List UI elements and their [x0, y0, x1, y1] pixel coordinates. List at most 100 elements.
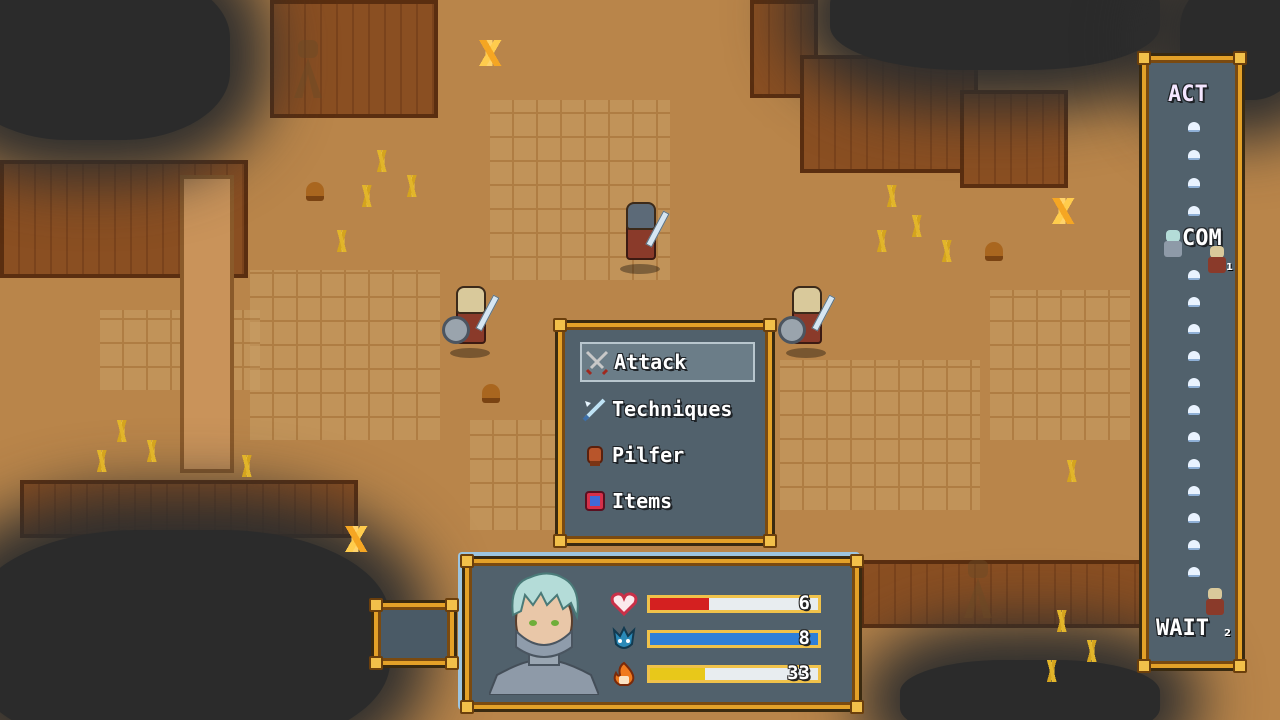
cliff-wall — [860, 560, 1148, 628]
grass-tuft — [1040, 660, 1066, 682]
grass-tuft — [355, 185, 381, 207]
grass-tuft — [330, 230, 356, 252]
grass-tuft — [880, 185, 906, 207]
enemy-skeleton-left[interactable] — [442, 284, 500, 358]
dark-chasm — [0, 530, 390, 720]
frame-rivet — [850, 554, 864, 568]
grass-tuft — [1080, 640, 1106, 662]
amber-crystal — [338, 526, 372, 552]
techniques-button[interactable]: Techniques — [580, 389, 755, 429]
heart-icon — [607, 591, 641, 617]
potion-icon — [580, 486, 610, 516]
hp-value: 6 — [798, 592, 810, 614]
mp-row: 8 — [607, 626, 821, 652]
character-portrait — [489, 569, 599, 695]
turn-gauge-pip — [1188, 378, 1200, 388]
frame-rivet — [369, 598, 383, 612]
turn-order-gauge: ACT COM WAIT 1 2 — [1137, 51, 1247, 673]
frame-rivet — [460, 700, 474, 714]
amber-crystal — [472, 40, 506, 66]
frame-rivet — [445, 598, 459, 612]
attack-button[interactable]: Attack — [580, 342, 755, 382]
mp-bar-fill — [650, 633, 818, 645]
grass-tuft — [935, 240, 961, 262]
frame-rivet — [460, 554, 474, 568]
turn-marker-number: 1 — [1226, 262, 1233, 273]
cliff-wall — [960, 90, 1068, 188]
mana-icon — [607, 626, 641, 652]
turn-gauge-pip — [1188, 540, 1200, 550]
act-label: ACT — [1168, 82, 1208, 107]
items-button[interactable]: Items — [580, 481, 755, 521]
hp-bar-fill — [650, 598, 709, 610]
grass-tuft — [370, 150, 396, 172]
hp-bar: 6 — [647, 592, 821, 614]
frame-rivet — [445, 656, 459, 670]
pilfer-button[interactable]: Pilfer — [580, 435, 755, 475]
mini-map-box[interactable] — [369, 598, 459, 670]
character-status-panel: 6 8 33 — [460, 554, 864, 714]
turn-gauge-pip — [1188, 270, 1200, 280]
floor-tile-patch — [990, 290, 1130, 440]
mushroom — [306, 182, 324, 201]
grass-tuft — [905, 215, 931, 237]
turn-marker-player[interactable] — [1162, 230, 1184, 258]
grass-tuft — [90, 450, 116, 472]
tp-bar: 33 — [647, 662, 821, 684]
floor-tile-patch — [250, 270, 440, 440]
flame-icon — [607, 661, 641, 687]
enemy-skeleton-right[interactable] — [778, 284, 836, 358]
frame-rivet — [1137, 51, 1151, 65]
attack-label: Attack — [614, 350, 687, 374]
turn-gauge-pip — [1188, 405, 1200, 415]
hp-row: 6 — [607, 591, 821, 617]
grass-tuft — [140, 440, 166, 462]
frame-rivet — [553, 534, 567, 548]
frame-rivet — [1233, 51, 1247, 65]
grass-tuft — [110, 420, 136, 442]
shadow-figure — [290, 40, 326, 100]
amber-crystal — [1045, 198, 1079, 224]
wait-label: WAIT — [1156, 616, 1209, 641]
turn-marker-enemy-1[interactable] — [1206, 246, 1228, 274]
grass-tuft — [400, 175, 426, 197]
grass-tuft — [870, 230, 896, 252]
dark-chasm — [830, 0, 1160, 70]
mp-bar: 8 — [647, 627, 821, 649]
turn-gauge-pip — [1188, 324, 1200, 334]
sparkle-sword-icon — [580, 394, 610, 424]
tp-row: 33 — [607, 661, 821, 687]
cliff-wall — [180, 175, 234, 473]
floor-tile-patch — [470, 420, 560, 530]
techniques-label: Techniques — [612, 397, 733, 421]
crossed-swords-icon — [582, 347, 612, 377]
tp-value: 33 — [787, 662, 810, 684]
frame-rivet — [1137, 659, 1151, 673]
turn-gauge-pip — [1188, 122, 1200, 132]
turn-gauge-pip — [1188, 178, 1200, 188]
frame-rivet — [553, 318, 567, 332]
turn-gauge-pip — [1188, 486, 1200, 496]
turn-gauge-pip — [1188, 150, 1200, 160]
turn-gauge-pip — [1188, 432, 1200, 442]
frame-rivet — [369, 656, 383, 670]
shadow-figure — [960, 560, 996, 620]
floor-tile-patch — [780, 360, 980, 510]
frame-rivet — [1233, 659, 1247, 673]
turn-gauge-pip — [1188, 297, 1200, 307]
grass-tuft — [235, 455, 261, 477]
pilfer-label: Pilfer — [612, 443, 685, 467]
frame-rivet — [763, 534, 777, 548]
turn-gauge-pip — [1188, 459, 1200, 469]
turn-gauge-pip — [1188, 513, 1200, 523]
enemy-soldier-helmet[interactable] — [612, 200, 670, 274]
grass-tuft — [1060, 460, 1086, 482]
dark-chasm — [900, 660, 1160, 720]
turn-marker-enemy-2[interactable] — [1204, 588, 1226, 616]
turn-gauge-pip — [1188, 567, 1200, 577]
mp-value: 8 — [798, 627, 810, 649]
turn-marker-number: 2 — [1224, 628, 1231, 639]
turn-gauge-pip — [1188, 206, 1200, 216]
glove-icon — [580, 440, 610, 470]
mushroom — [985, 242, 1003, 261]
